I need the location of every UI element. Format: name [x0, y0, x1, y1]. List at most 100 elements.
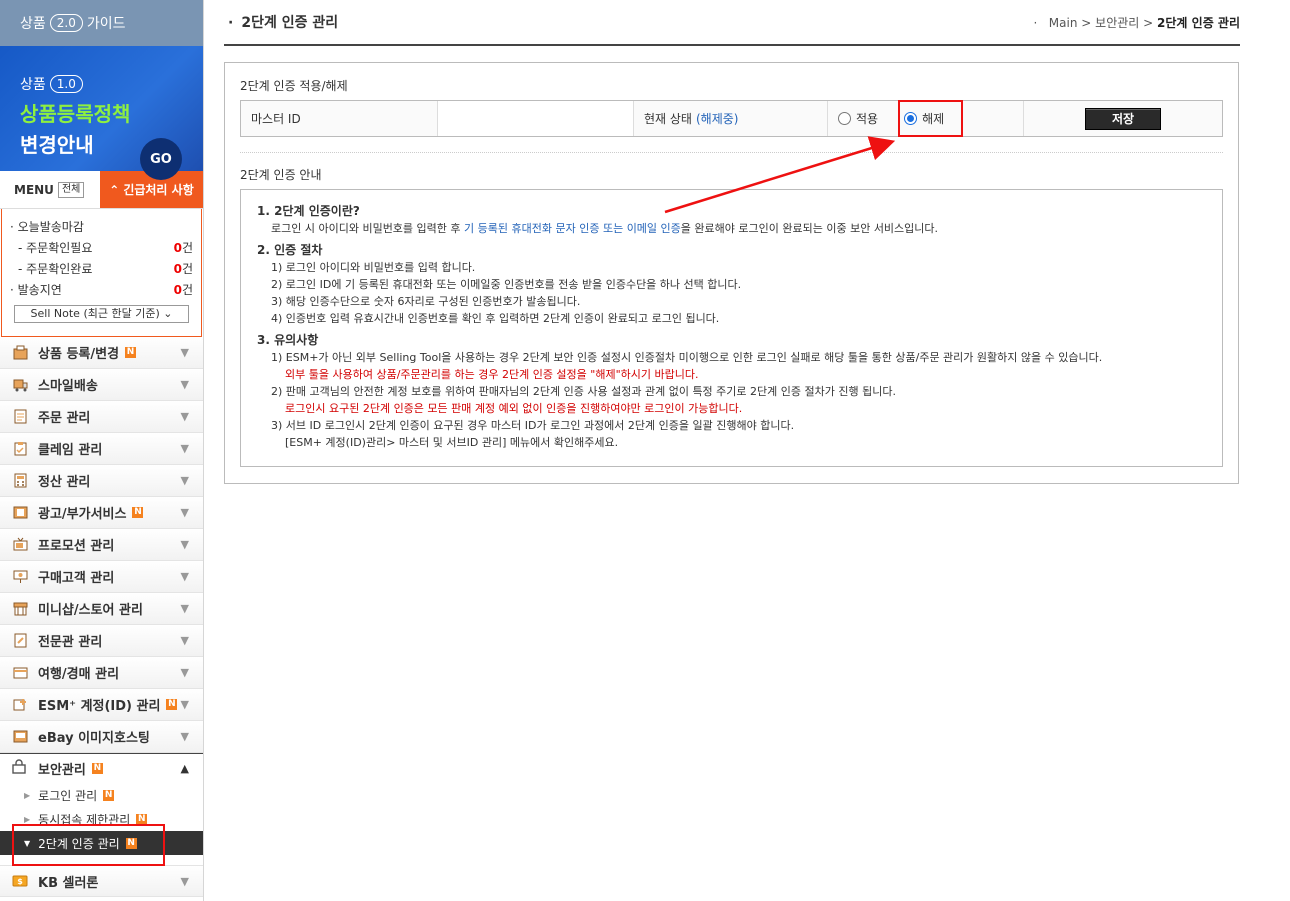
banner-version: 1.0 [49, 75, 83, 93]
urgent-row[interactable]: - 주문확인필요 0건 [10, 238, 193, 259]
menu-tab[interactable]: MENU 전체 [0, 171, 100, 208]
chevron-down-icon: ▼ [180, 666, 189, 679]
chevron-down-icon: ▼ [180, 730, 189, 743]
nav-item[interactable]: 스마일배송 ▼ [0, 369, 203, 401]
nav-item-label: 전문관 관리 [38, 635, 103, 650]
chevron-down-icon: ▼ [180, 570, 189, 583]
card-icon [12, 665, 28, 681]
nav-item-label: 미니샵/스토어 관리 [38, 603, 143, 618]
guide-heading-1: 1. 2단계 인증이란? [257, 204, 360, 218]
count-value: 0 [173, 283, 182, 297]
svg-text:$: $ [17, 877, 23, 886]
settings-row: 마스터 ID 현재 상태 (해제중) 적용 해제 저장 [240, 100, 1223, 137]
truck-icon [12, 377, 28, 393]
current-status: 현재 상태 (해제중) [634, 101, 828, 136]
nav-item[interactable]: eBay 이미지호스팅 ▼ [0, 721, 203, 753]
chevron-up-icon: ⌃ [109, 182, 120, 197]
page-title-text: 2단계 인증 관리 [241, 15, 339, 31]
breadcrumb-sep: > [1143, 15, 1154, 30]
nav-item-label: 프로모션 관리 [38, 539, 115, 554]
delay-row[interactable]: · 발송지연 0건 [10, 280, 193, 301]
nav-item-label: 구매고객 관리 [38, 571, 115, 586]
product-guide-link[interactable]: 상품 2.0 가이드 [0, 0, 203, 46]
new-badge: N [166, 699, 178, 710]
chevron-down-icon: ▼ [180, 346, 189, 359]
account-icon [12, 697, 28, 713]
urgent-row[interactable]: - 주문확인완료 0건 [10, 259, 193, 280]
guide-text: 을 완료해야 로그인이 완료되는 이중 보안 서비스입니다. [680, 222, 939, 235]
nav-item-label: 주문 관리 [38, 411, 91, 426]
title-bar: · 2단계 인증 관리 · Main > 보안관리 > 2단계 인증 관리 [224, 0, 1240, 46]
divider [240, 152, 1223, 153]
sell-note-dropdown[interactable]: Sell Note (최근 한달 기준) ⌄ [14, 305, 189, 323]
guide-note: [ESM+ 계정(ID)관리> 마스터 및 서브ID 관리] 메뉴에서 확인해주… [285, 436, 619, 449]
breadcrumb: · Main > 보안관리 > 2단계 인증 관리 [1033, 15, 1241, 30]
save-button[interactable]: 저장 [1085, 107, 1161, 130]
nav-item[interactable]: 미니샵/스토어 관리 ▼ [0, 593, 203, 625]
nav-item[interactable]: 프로모션 관리 ▼ [0, 529, 203, 561]
main-content: · 2단계 인증 관리 · Main > 보안관리 > 2단계 인증 관리 2단계… [224, 0, 1240, 484]
nav-kb-label: KB 셀러론 [38, 875, 99, 891]
sub-item-login[interactable]: ▶ 로그인 관리 N [0, 783, 203, 807]
today-label: · 오늘발송마감 [10, 220, 84, 234]
film-icon [12, 505, 28, 521]
nav-item[interactable]: 정산 관리 ▼ [0, 465, 203, 497]
chevron-down-icon: ▼ [180, 538, 189, 551]
nav-kb-loan[interactable]: $ KB 셀러론 ▼ [0, 865, 203, 897]
guide-step: 4) 인증번호 입력 유효시간내 인증번호를 확인 후 입력하면 2단계 인증이… [271, 312, 720, 325]
nav-item[interactable]: ESM⁺ 계정(ID) 관리 N ▼ [0, 689, 203, 721]
menu-all-button[interactable]: 전체 [57, 181, 85, 198]
guide-note: 2) 판매 고객님의 안전한 계정 보호를 위하여 판매자님의 2단계 인증 사… [271, 385, 896, 398]
today-deadline: · 오늘발송마감 [10, 217, 193, 238]
delay-label: · 발송지연 [10, 283, 62, 297]
guide-box: 1. 2단계 인증이란? 로그인 시 아이디와 비밀번호를 입력한 후 기 등록… [240, 189, 1223, 467]
nav-item[interactable]: 상품 등록/변경 N ▼ [0, 337, 203, 369]
chevron-down-icon: ▼ [180, 634, 189, 647]
banner-headline: 상품등록정책 [20, 102, 131, 126]
current-status-label: 현재 상태 [644, 112, 692, 126]
master-id-value [438, 101, 634, 136]
radio-apply[interactable]: 적용 [838, 110, 878, 127]
nav-security-label: 보안관리 [38, 763, 86, 778]
breadcrumb-security[interactable]: 보안관리 [1095, 16, 1139, 30]
store-icon [12, 601, 28, 617]
lock-icon [12, 759, 28, 778]
nav-item[interactable]: 구매고객 관리 ▼ [0, 561, 203, 593]
count-unit: 건 [181, 262, 193, 276]
nav-item[interactable]: 클레임 관리 ▼ [0, 433, 203, 465]
count-value: 0 [173, 262, 182, 276]
nav-item[interactable]: 주문 관리 ▼ [0, 401, 203, 433]
guide-section-title: 2단계 인증 안내 [240, 168, 322, 182]
nav-item[interactable]: 전문관 관리 ▼ [0, 625, 203, 657]
nav-list: 상품 등록/변경 N ▼ 스마일배송 ▼ 주문 관리 ▼ 클레임 관리 ▼ 정산 관리 ▼ 광고/부가… [0, 337, 203, 753]
count-unit: 건 [181, 241, 193, 255]
guide-highlight: 기 등록된 휴대전화 문자 인증 또는 이메일 인증 [464, 222, 681, 235]
nav-item-label: 광고/부가서비스 [38, 507, 127, 522]
new-badge: N [136, 813, 148, 825]
nav-item[interactable]: 여행/경매 관리 ▼ [0, 657, 203, 689]
policy-banner[interactable]: 상품 1.0 상품등록정책 변경안내 GO [0, 46, 203, 180]
save-cell: 저장 [1024, 101, 1222, 136]
nav-item-label: 스마일배송 [38, 379, 98, 394]
presentation-icon [12, 569, 28, 585]
guide-note-warning: 외부 툴을 사용하여 상품/주문관리를 하는 경우 2단계 인증 설정을 "해제… [285, 368, 699, 381]
count-value: 0 [173, 241, 182, 255]
triangle-right-icon: ▶ [24, 790, 31, 800]
breadcrumb-main[interactable]: Main [1049, 16, 1078, 30]
nav-item[interactable]: 광고/부가서비스 N ▼ [0, 497, 203, 529]
guide-para-1: 로그인 시 아이디와 비밀번호를 입력한 후 기 등록된 휴대전화 문자 인증 … [257, 220, 1206, 237]
menu-label: MENU [14, 182, 54, 197]
current-status-value: (해제중) [695, 112, 739, 126]
settings-panel: 2단계 인증 적용/해제 마스터 ID 현재 상태 (해제중) 적용 해제 저장… [224, 62, 1239, 484]
guide-heading-2: 2. 인증 절차 [257, 243, 323, 257]
radio-apply-circle[interactable] [838, 112, 851, 125]
urgent-label: 긴급처리 사항 [123, 183, 194, 197]
nav-security[interactable]: 보안관리 N ▲ [0, 753, 203, 783]
highlight-box-release [898, 100, 963, 137]
banner-go-button[interactable]: GO [140, 138, 182, 180]
guide-step: 1) 로그인 아이디와 비밀번호를 입력 합니다. [271, 261, 476, 274]
guide-suffix: 가이드 [86, 16, 126, 32]
chevron-down-icon: ▼ [180, 474, 189, 487]
guide-note-warning: 로그인시 요구된 2단계 인증은 모든 판매 계정 예외 없이 인증을 진행하여… [285, 402, 743, 415]
new-badge: N [132, 507, 144, 518]
